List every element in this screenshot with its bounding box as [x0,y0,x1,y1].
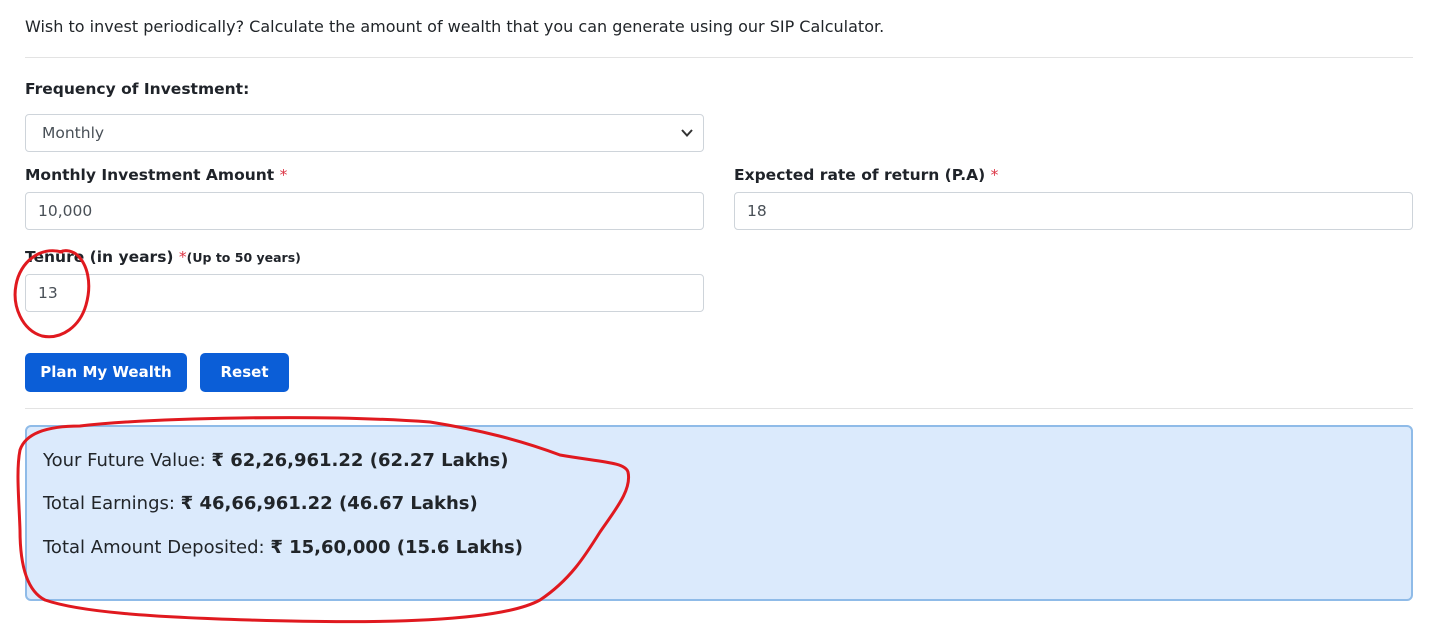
total-earnings-amount: ₹ 46,66,961.22 (46.67 Lakhs) [180,493,478,514]
monthly-amount-input[interactable]: 10,000 [25,192,704,230]
reset-button[interactable]: Reset [200,353,289,392]
tenure-note: (Up to 50 years) [186,250,301,265]
rate-label: Expected rate of return (P.A) * [734,166,999,184]
future-value-amount: ₹ 62,26,961.22 (62.27 Lakhs) [211,450,509,471]
total-earnings-label: Total Earnings: [43,493,175,514]
tenure-value: 13 [38,284,58,302]
required-marker: * [279,166,288,184]
tenure-label: Tenure (in years) *(Up to 50 years) [25,248,301,266]
frequency-selected-value: Monthly [42,124,105,142]
monthly-amount-value: 10,000 [38,202,93,220]
total-deposited-label: Total Amount Deposited: [43,537,265,558]
future-value-label: Your Future Value: [43,450,206,471]
divider-top [25,57,1413,58]
intro-text: Wish to invest periodically? Calculate t… [25,17,885,36]
required-marker: * [178,248,187,266]
tenure-input[interactable]: 13 [25,274,704,312]
monthly-amount-label: Monthly Investment Amount * [25,166,288,184]
frequency-select[interactable]: Monthly [25,114,704,152]
chevron-down-icon [681,129,693,137]
total-deposited-line: Total Amount Deposited: ₹ 15,60,000 (15.… [43,537,523,558]
future-value-line: Your Future Value: ₹ 62,26,961.22 (62.27… [43,450,508,471]
rate-value: 18 [747,202,767,220]
total-deposited-amount: ₹ 15,60,000 (15.6 Lakhs) [270,537,523,558]
frequency-label: Frequency of Investment: [25,80,250,98]
plan-my-wealth-button[interactable]: Plan My Wealth [25,353,187,392]
rate-input[interactable]: 18 [734,192,1413,230]
total-earnings-line: Total Earnings: ₹ 46,66,961.22 (46.67 La… [43,493,478,514]
required-marker: * [990,166,999,184]
divider-bottom [25,408,1413,409]
